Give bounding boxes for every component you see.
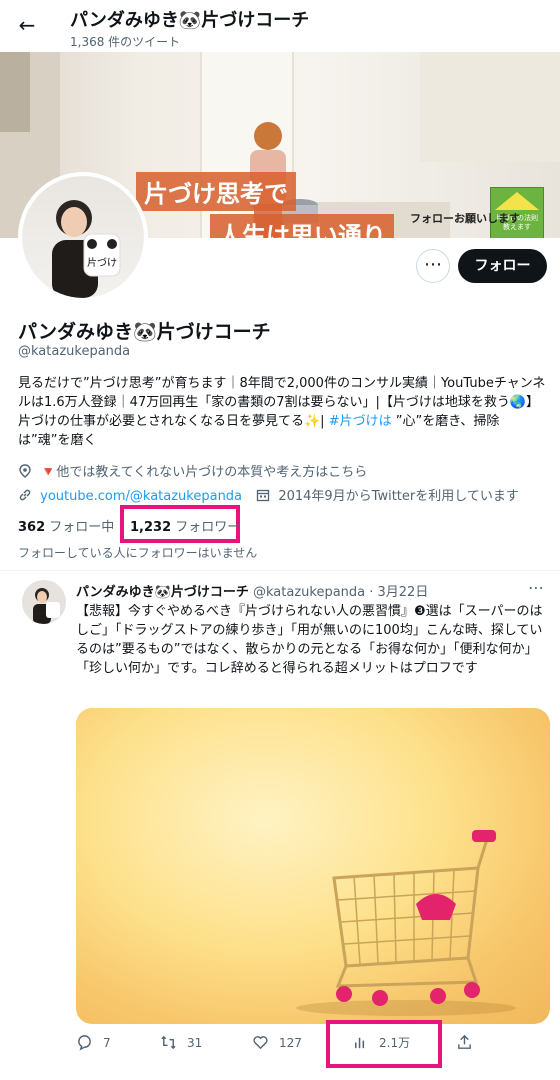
retweet-button[interactable]: 31 [160, 1034, 202, 1051]
followers-label: フォロワー [175, 520, 241, 535]
header-title: パンダみゆき🐼片づけコーチ [70, 10, 310, 31]
retweet-icon [161, 1035, 176, 1050]
tweet-author-avatar[interactable] [22, 580, 66, 624]
no-mutual-followers: フォローしている人にフォロワーはいません [18, 546, 258, 560]
divider [0, 570, 560, 571]
tweet-image[interactable] [76, 708, 550, 1024]
banner-headline-1: 片づけ思考で [136, 172, 296, 211]
share-icon [458, 1034, 471, 1049]
reply-count: 7 [103, 1035, 111, 1050]
like-button[interactable]: 127 [252, 1034, 302, 1051]
back-button[interactable]: ← [14, 12, 40, 38]
url-row: youtube.com/@katazukepanda 2014年9月からTwit… [18, 485, 519, 504]
follow-stats: 362 フォロー中 [18, 516, 114, 535]
share-button[interactable] [456, 1034, 473, 1051]
banner-headline-2: 人生は思い通り [210, 214, 394, 238]
shopping-cart-image [296, 830, 516, 1016]
profile-handle: @katazukepanda [18, 344, 131, 359]
location-row: 🔻他では教えてくれない片づけの本質や考え方はこちら [18, 461, 367, 480]
profile-name: パンダみゆき🐼片づけコーチ [18, 321, 271, 343]
following-link[interactable]: 362 フォロー中 [18, 520, 114, 535]
location-pin-icon [19, 464, 31, 478]
retweet-count: 31 [187, 1035, 203, 1050]
bio-hashtag-link[interactable]: #片づけは [329, 414, 392, 429]
tweet-actions: 7 31 127 2.1万 [76, 1034, 550, 1058]
banner-follow-request: フォローお願いします [410, 212, 520, 225]
svg-text:片づけ: 片づけ [87, 256, 117, 269]
joined-date: 2014年9月からTwitterを利用しています [278, 489, 519, 504]
banner-shelf-dark [0, 52, 30, 132]
profile-header: ← パンダみゆき🐼片づけコーチ 1,368 件のツイート [0, 0, 560, 52]
tweet-text: 【悲報】今すぐやめるべき『片づけられない人の悪習慣』❸選は「スーパーのはしご」「… [76, 604, 543, 676]
avatar-photo [33, 588, 60, 624]
location-text: 🔻他では教えてくれない片づけの本質や考え方はこちら [40, 465, 368, 480]
banner-wall [420, 52, 560, 162]
follow-button[interactable]: フォロー [458, 249, 547, 283]
heart-icon [253, 1036, 268, 1050]
avatar-photo: 片づけ [52, 200, 121, 298]
tweet-handle-date[interactable]: @katazukepanda · 3月22日 [253, 585, 428, 600]
profile-url-link[interactable]: youtube.com/@katazukepanda [40, 489, 242, 504]
followers-link[interactable]: 1,232 フォロワー [130, 516, 240, 535]
more-icon: ⋯ [424, 254, 442, 275]
more-icon: ⋯ [528, 578, 544, 597]
more-options-button[interactable]: ⋯ [416, 249, 450, 283]
calendar-icon [257, 489, 270, 502]
reply-icon [78, 1035, 91, 1051]
profile-bio: 見るだけで”片づけ思考”が育ちます｜8年間で2,000件のコンサル実績｜YouT… [18, 374, 546, 450]
arrow-left-icon: ← [18, 13, 36, 37]
tweet-header: パンダみゆき🐼片づけコーチ @katazukepanda · 3月22日 [76, 581, 428, 600]
following-count: 362 [18, 520, 46, 535]
house-icon [495, 192, 539, 210]
profile-avatar[interactable]: 片づけ [18, 172, 148, 302]
like-count: 127 [279, 1035, 302, 1050]
following-label: フォロー中 [49, 520, 115, 535]
tweet-count: 1,368 件のツイート [70, 35, 181, 49]
tweet-author-name[interactable]: パンダみゆき🐼片づけコーチ [76, 585, 249, 600]
link-icon [19, 489, 31, 501]
reply-button[interactable]: 7 [76, 1034, 111, 1051]
followers-count: 1,232 [130, 520, 172, 535]
views-highlight-box [326, 1020, 442, 1068]
tweet-more-button[interactable]: ⋯ [528, 578, 544, 597]
